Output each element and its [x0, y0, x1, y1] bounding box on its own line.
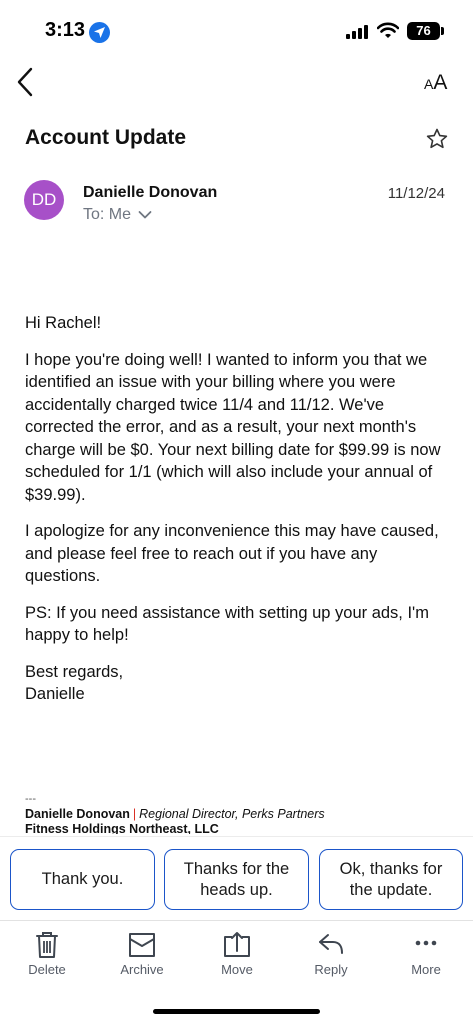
- quick-reply-button[interactable]: Ok, thanks for the update.: [319, 849, 463, 910]
- quick-reply-bar: Thank you. Thanks for the heads up. Ok, …: [0, 836, 473, 920]
- sender-name[interactable]: Danielle Donovan: [83, 184, 217, 202]
- archive-label: Archive: [120, 962, 164, 977]
- recipient-toggle[interactable]: To: Me: [83, 206, 152, 224]
- email-subject: Account Update: [25, 126, 187, 149]
- email-paragraph: PS: If you need assistance with setting …: [25, 603, 429, 645]
- more-label: More: [411, 962, 441, 977]
- text-size-large: A: [433, 71, 448, 94]
- email-date: 11/12/24: [387, 185, 445, 202]
- email-closing: Best regards, Danielle: [25, 662, 124, 704]
- archive-icon: [129, 933, 155, 957]
- text-size-icon: AA: [424, 71, 447, 94]
- status-time: 3:13: [45, 19, 86, 41]
- quick-reply-button[interactable]: Thanks for the heads up.: [164, 849, 309, 910]
- quick-reply-button[interactable]: Thank you.: [10, 849, 155, 910]
- move-label: Move: [221, 962, 253, 977]
- email-body: Hi Rachel! I hope you're doing well! I w…: [25, 312, 455, 720]
- signature-company: Fitness Holdings Northeast, LLC: [25, 822, 219, 834]
- bottom-toolbar: Delete Archive Move Reply More: [0, 920, 473, 990]
- back-button[interactable]: [14, 66, 40, 98]
- battery-icon: 76: [407, 22, 440, 40]
- email-paragraph: I hope you're doing well! I wanted to in…: [25, 350, 441, 504]
- signature-divider: |: [132, 807, 137, 821]
- more-button[interactable]: More: [386, 929, 466, 977]
- archive-button[interactable]: Archive: [102, 929, 182, 977]
- home-indicator: [153, 1009, 320, 1014]
- star-button[interactable]: [425, 127, 449, 156]
- move-button[interactable]: Move: [197, 929, 277, 977]
- text-size-button[interactable]: AA: [424, 71, 447, 95]
- signature-name: Danielle Donovan: [25, 807, 130, 821]
- reply-icon: [319, 934, 343, 954]
- delete-button[interactable]: Delete: [7, 929, 87, 977]
- more-icon: [415, 940, 437, 946]
- email-signature: --- Danielle Donovan | Regional Director, …: [25, 792, 455, 834]
- wifi-icon: [376, 22, 400, 44]
- star-icon: [426, 128, 448, 149]
- email-paragraph: I apologize for any inconvenience this m…: [25, 522, 439, 585]
- signature-line: Danielle Donovan | Regional Director, Perk…: [25, 806, 455, 822]
- text-size-small: A: [424, 76, 434, 92]
- signature-separator: ---: [25, 793, 36, 805]
- delete-label: Delete: [28, 962, 66, 977]
- move-icon: [224, 932, 250, 957]
- location-arrow-icon: [89, 22, 110, 43]
- battery-tip: [441, 27, 444, 35]
- avatar[interactable]: DD: [24, 180, 64, 220]
- reply-label: Reply: [314, 962, 348, 977]
- email-greeting: Hi Rachel!: [25, 314, 102, 332]
- reply-button[interactable]: Reply: [291, 929, 371, 977]
- signature-title: Regional Director, Perks Partners: [139, 807, 325, 821]
- chevron-down-icon: [139, 210, 152, 219]
- back-chevron-icon: [17, 67, 33, 97]
- recipient-label: To: Me: [83, 206, 132, 223]
- cellular-signal-icon: [346, 25, 370, 39]
- status-bar: 3:13 76: [0, 0, 473, 62]
- trash-icon: [36, 932, 58, 958]
